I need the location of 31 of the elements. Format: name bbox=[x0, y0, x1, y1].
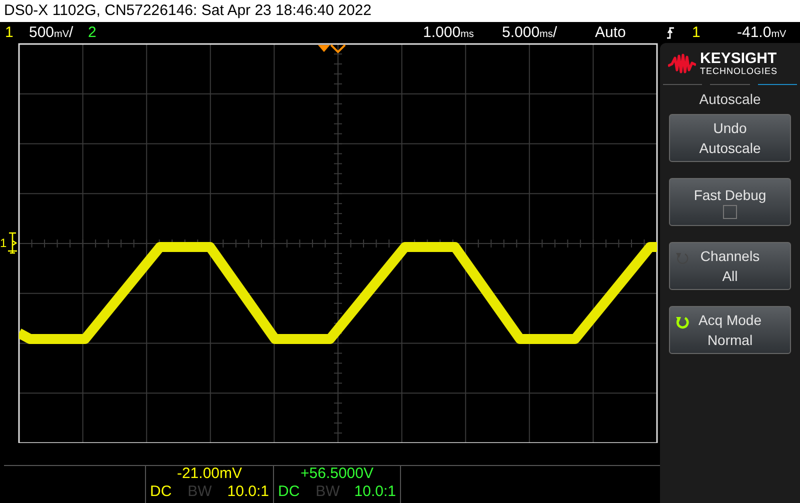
probe-ratio: 10.0:1 bbox=[354, 483, 396, 501]
probe-ratio: 10.0:1 bbox=[227, 483, 269, 501]
trigger-level: -41.0mV bbox=[737, 23, 786, 43]
logo-subtitle: TECHNOLOGIES bbox=[700, 66, 778, 76]
bandwidth-limit-label: BW bbox=[188, 483, 212, 501]
window-title: DS0-X 1102G, CN57226146: Sat Apr 23 18:46:40 2022 bbox=[4, 2, 372, 19]
delay-marker bbox=[330, 44, 346, 54]
trigger-position-marker bbox=[318, 45, 330, 52]
vertical-scale: 500mV/ bbox=[29, 23, 74, 43]
coupling-label: DC bbox=[278, 483, 300, 501]
logo-brand: KEYSIGHT bbox=[700, 51, 778, 66]
channel-offset: -21.00mV bbox=[176, 465, 244, 483]
softkey-button[interactable]: Acq Mode Normal bbox=[669, 306, 791, 354]
channel-number: 2 bbox=[88, 23, 96, 43]
channel-number: 1 bbox=[5, 23, 14, 43]
ground-marker-label: 1 bbox=[0, 237, 7, 249]
timebase-readout: 5.000ms/ bbox=[502, 23, 558, 43]
trigger-source: 1 bbox=[692, 23, 700, 43]
rising-edge-icon bbox=[666, 27, 675, 39]
checkbox[interactable] bbox=[723, 205, 737, 219]
coupling-label: DC bbox=[150, 483, 172, 501]
channel-offset: +56.5000V bbox=[300, 465, 374, 483]
menu-title: Autoscale bbox=[699, 90, 761, 109]
logo-wave-icon bbox=[668, 52, 696, 74]
softkey-button[interactable]: Fast Debug bbox=[669, 178, 791, 226]
bandwidth-limit-label: BW bbox=[316, 483, 340, 501]
softkey-button[interactable]: Channels All bbox=[669, 242, 791, 290]
softkey-button[interactable]: Undo Autoscale bbox=[669, 114, 791, 162]
ground-marker-icon[interactable] bbox=[6, 231, 17, 255]
delay-readout: 1.000ms bbox=[423, 23, 474, 43]
trigger-mode: Auto bbox=[595, 23, 626, 43]
